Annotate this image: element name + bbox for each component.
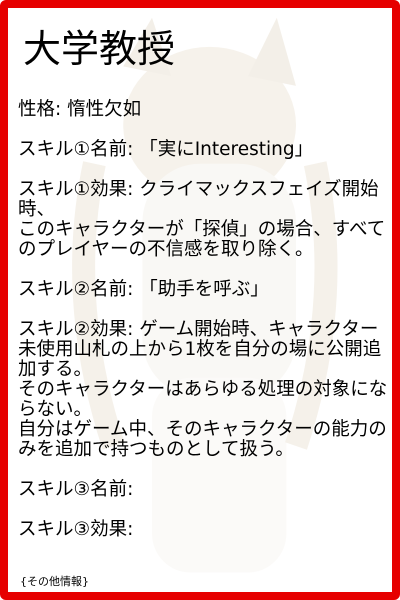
skill1-effect-trigger: スキル①効果: クライマックスフェイズ開始時、 <box>18 179 379 220</box>
skill2-effect-immunity: そのキャラクターはあらゆる処理の対象にならない。 <box>18 379 388 420</box>
other-info: {その他情報} <box>20 575 89 588</box>
skill2-effect-trigger: スキル②効果: ゲーム開始時、キャラクター未使用山札の上から1枚を自分の場に公開… <box>18 319 382 380</box>
skill3-effect: スキル③効果: <box>18 519 134 540</box>
skill3-name: スキル③名前: <box>18 479 134 500</box>
skill2-effect-ability: 自分はゲーム中、そのキャラクターの能力のみを追加で持つものとして扱う。 <box>18 419 387 460</box>
card-title: 大学教授 <box>23 27 176 71</box>
character-card: 大学教授 性格: 惰性欠如 スキル①名前: 「実にInteresting」 スキ… <box>0 0 400 600</box>
card-text: 性格: 惰性欠如 スキル①名前: 「実にInteresting」 スキル①効果:… <box>18 100 390 540</box>
skill1-name: スキル①名前: 「実にInteresting」 <box>18 139 314 160</box>
skill2-name: スキル②名前: 「助手を呼ぶ」 <box>18 279 269 300</box>
skill1-effect-detail: このキャラクターが「探偵」の場合、すべてのプレイヤーの不信感を取り除く。 <box>18 219 386 260</box>
personality-line: 性格: 惰性欠如 <box>18 99 142 120</box>
